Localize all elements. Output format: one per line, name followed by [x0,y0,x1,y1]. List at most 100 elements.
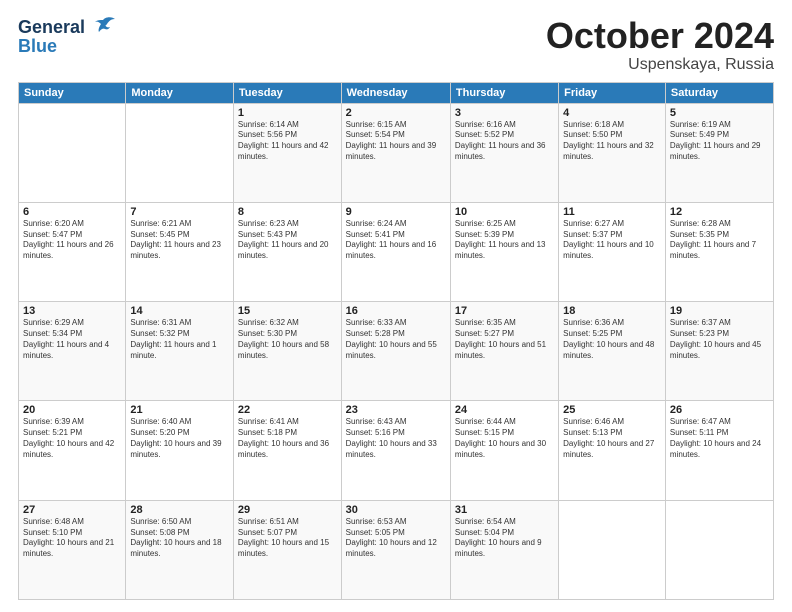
cell-info: Sunrise: 6:48 AM Sunset: 5:10 PM Dayligh… [23,517,121,560]
cell-info: Sunrise: 6:21 AM Sunset: 5:45 PM Dayligh… [130,219,229,262]
cell-4-1: 20Sunrise: 6:39 AM Sunset: 5:21 PM Dayli… [19,401,126,500]
day-number: 7 [130,206,229,218]
cell-info: Sunrise: 6:29 AM Sunset: 5:34 PM Dayligh… [23,318,121,361]
day-number: 31 [455,504,554,516]
cell-info: Sunrise: 6:15 AM Sunset: 5:54 PM Dayligh… [346,120,446,163]
cell-info: Sunrise: 6:16 AM Sunset: 5:52 PM Dayligh… [455,120,554,163]
cell-info: Sunrise: 6:35 AM Sunset: 5:27 PM Dayligh… [455,318,554,361]
cell-3-4: 16Sunrise: 6:33 AM Sunset: 5:28 PM Dayli… [341,302,450,401]
day-number: 27 [23,504,121,516]
day-number: 29 [238,504,337,516]
day-number: 14 [130,305,229,317]
week-row-2: 6Sunrise: 6:20 AM Sunset: 5:47 PM Daylig… [19,202,774,301]
cell-info: Sunrise: 6:25 AM Sunset: 5:39 PM Dayligh… [455,219,554,262]
day-number: 5 [670,107,769,119]
cell-3-3: 15Sunrise: 6:32 AM Sunset: 5:30 PM Dayli… [233,302,341,401]
day-number: 25 [563,404,661,416]
day-number: 18 [563,305,661,317]
cell-4-5: 24Sunrise: 6:44 AM Sunset: 5:15 PM Dayli… [450,401,558,500]
cell-1-1 [19,103,126,202]
cell-info: Sunrise: 6:46 AM Sunset: 5:13 PM Dayligh… [563,417,661,460]
cell-1-5: 3Sunrise: 6:16 AM Sunset: 5:52 PM Daylig… [450,103,558,202]
day-number: 6 [23,206,121,218]
cell-info: Sunrise: 6:14 AM Sunset: 5:56 PM Dayligh… [238,120,337,163]
day-number: 16 [346,305,446,317]
cell-2-2: 7Sunrise: 6:21 AM Sunset: 5:45 PM Daylig… [126,202,234,301]
logo-text: General [18,17,85,38]
cell-info: Sunrise: 6:40 AM Sunset: 5:20 PM Dayligh… [130,417,229,460]
cell-info: Sunrise: 6:33 AM Sunset: 5:28 PM Dayligh… [346,318,446,361]
cell-3-2: 14Sunrise: 6:31 AM Sunset: 5:32 PM Dayli… [126,302,234,401]
logo-blue-text: Blue [18,36,57,57]
cell-info: Sunrise: 6:31 AM Sunset: 5:32 PM Dayligh… [130,318,229,361]
day-number: 20 [23,404,121,416]
cell-4-2: 21Sunrise: 6:40 AM Sunset: 5:20 PM Dayli… [126,401,234,500]
cell-info: Sunrise: 6:23 AM Sunset: 5:43 PM Dayligh… [238,219,337,262]
day-number: 10 [455,206,554,218]
cell-3-7: 19Sunrise: 6:37 AM Sunset: 5:23 PM Dayli… [665,302,773,401]
cell-info: Sunrise: 6:37 AM Sunset: 5:23 PM Dayligh… [670,318,769,361]
cell-4-7: 26Sunrise: 6:47 AM Sunset: 5:11 PM Dayli… [665,401,773,500]
header-row: Sunday Monday Tuesday Wednesday Thursday… [19,82,774,103]
day-number: 4 [563,107,661,119]
day-number: 23 [346,404,446,416]
logo: General Blue [18,16,117,57]
cell-2-1: 6Sunrise: 6:20 AM Sunset: 5:47 PM Daylig… [19,202,126,301]
week-row-4: 20Sunrise: 6:39 AM Sunset: 5:21 PM Dayli… [19,401,774,500]
cell-info: Sunrise: 6:28 AM Sunset: 5:35 PM Dayligh… [670,219,769,262]
day-number: 24 [455,404,554,416]
cell-info: Sunrise: 6:53 AM Sunset: 5:05 PM Dayligh… [346,517,446,560]
day-number: 12 [670,206,769,218]
cell-3-1: 13Sunrise: 6:29 AM Sunset: 5:34 PM Dayli… [19,302,126,401]
cell-info: Sunrise: 6:24 AM Sunset: 5:41 PM Dayligh… [346,219,446,262]
cell-info: Sunrise: 6:18 AM Sunset: 5:50 PM Dayligh… [563,120,661,163]
cell-info: Sunrise: 6:27 AM Sunset: 5:37 PM Dayligh… [563,219,661,262]
day-number: 3 [455,107,554,119]
day-number: 9 [346,206,446,218]
cell-1-3: 1Sunrise: 6:14 AM Sunset: 5:56 PM Daylig… [233,103,341,202]
day-number: 11 [563,206,661,218]
cell-info: Sunrise: 6:47 AM Sunset: 5:11 PM Dayligh… [670,417,769,460]
week-row-1: 1Sunrise: 6:14 AM Sunset: 5:56 PM Daylig… [19,103,774,202]
cell-5-3: 29Sunrise: 6:51 AM Sunset: 5:07 PM Dayli… [233,500,341,599]
col-tuesday: Tuesday [233,82,341,103]
cell-info: Sunrise: 6:32 AM Sunset: 5:30 PM Dayligh… [238,318,337,361]
cell-3-5: 17Sunrise: 6:35 AM Sunset: 5:27 PM Dayli… [450,302,558,401]
day-number: 13 [23,305,121,317]
day-number: 17 [455,305,554,317]
cell-4-3: 22Sunrise: 6:41 AM Sunset: 5:18 PM Dayli… [233,401,341,500]
cell-1-4: 2Sunrise: 6:15 AM Sunset: 5:54 PM Daylig… [341,103,450,202]
cell-2-5: 10Sunrise: 6:25 AM Sunset: 5:39 PM Dayli… [450,202,558,301]
cell-info: Sunrise: 6:20 AM Sunset: 5:47 PM Dayligh… [23,219,121,262]
cell-5-4: 30Sunrise: 6:53 AM Sunset: 5:05 PM Dayli… [341,500,450,599]
day-number: 19 [670,305,769,317]
cell-1-7: 5Sunrise: 6:19 AM Sunset: 5:49 PM Daylig… [665,103,773,202]
col-friday: Friday [559,82,666,103]
col-monday: Monday [126,82,234,103]
cell-4-6: 25Sunrise: 6:46 AM Sunset: 5:13 PM Dayli… [559,401,666,500]
day-number: 26 [670,404,769,416]
day-number: 2 [346,107,446,119]
cell-1-6: 4Sunrise: 6:18 AM Sunset: 5:50 PM Daylig… [559,103,666,202]
location: Uspenskaya, Russia [546,56,774,74]
logo-bird-icon [89,16,117,38]
cell-5-1: 27Sunrise: 6:48 AM Sunset: 5:10 PM Dayli… [19,500,126,599]
cell-info: Sunrise: 6:41 AM Sunset: 5:18 PM Dayligh… [238,417,337,460]
col-wednesday: Wednesday [341,82,450,103]
cell-2-3: 8Sunrise: 6:23 AM Sunset: 5:43 PM Daylig… [233,202,341,301]
calendar-page: General Blue October 2024 Uspenskaya, Ru… [0,0,792,612]
cell-1-2 [126,103,234,202]
day-number: 8 [238,206,337,218]
header: General Blue October 2024 Uspenskaya, Ru… [18,16,774,74]
day-number: 1 [238,107,337,119]
col-saturday: Saturday [665,82,773,103]
calendar-body: 1Sunrise: 6:14 AM Sunset: 5:56 PM Daylig… [19,103,774,599]
day-number: 15 [238,305,337,317]
week-row-5: 27Sunrise: 6:48 AM Sunset: 5:10 PM Dayli… [19,500,774,599]
cell-info: Sunrise: 6:39 AM Sunset: 5:21 PM Dayligh… [23,417,121,460]
day-number: 21 [130,404,229,416]
cell-info: Sunrise: 6:44 AM Sunset: 5:15 PM Dayligh… [455,417,554,460]
col-sunday: Sunday [19,82,126,103]
cell-info: Sunrise: 6:36 AM Sunset: 5:25 PM Dayligh… [563,318,661,361]
cell-info: Sunrise: 6:43 AM Sunset: 5:16 PM Dayligh… [346,417,446,460]
